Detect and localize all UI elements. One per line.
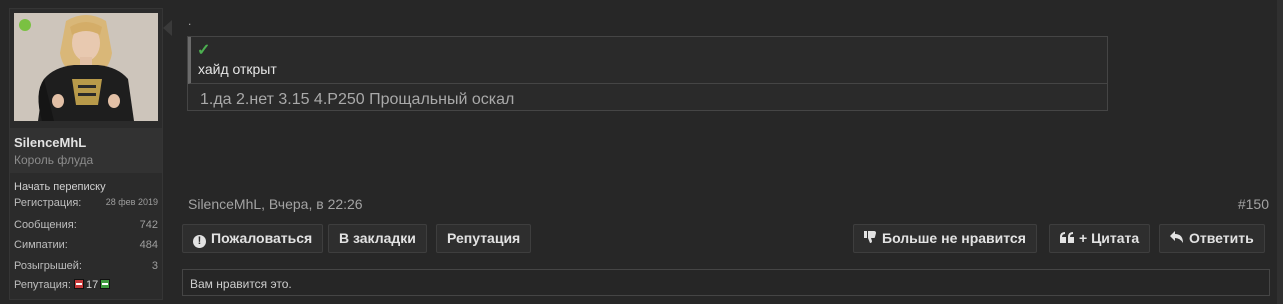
stat-label: Репутация:	[14, 279, 71, 291]
reply-label: Ответить	[1189, 230, 1254, 246]
stat-label: Розыгрышей:	[14, 260, 82, 272]
start-conversation-link[interactable]: Начать переписку	[14, 181, 106, 193]
stat-value: 3	[151, 260, 158, 272]
hide-block: ✓ хайд открыт 1.да 2.нет 3.15 4.P250 Про…	[187, 36, 1108, 111]
hide-status-label: хайд открыт	[198, 61, 277, 77]
unlike-button[interactable]: Больше не нравится	[853, 224, 1037, 253]
post-text: .	[188, 14, 192, 28]
alert-icon: !	[193, 235, 206, 248]
post-pointer-arrow	[163, 20, 172, 36]
hide-header: ✓ хайд открыт	[188, 37, 1107, 84]
stat-value: 742	[139, 219, 158, 231]
reputation-plus-icon[interactable]	[100, 279, 111, 289]
quote-button[interactable]: + Цитата	[1049, 224, 1151, 253]
reputation-button[interactable]: Репутация	[436, 224, 532, 253]
likes-summary: Вам нравится это.	[182, 269, 1270, 296]
thumbs-down-icon	[864, 225, 877, 252]
stat-label: Сообщения:	[14, 219, 77, 231]
online-status-icon	[19, 19, 31, 31]
reputation-value: 17	[85, 279, 99, 291]
reputation-label: Репутация	[447, 230, 521, 246]
check-icon: ✓	[197, 42, 211, 59]
avatar[interactable]	[14, 13, 158, 121]
bookmark-label: В закладки	[339, 230, 416, 246]
reply-icon	[1170, 225, 1184, 252]
stat-likes: Симпатии: 484	[14, 239, 158, 251]
user-panel: SilenceMhL Король флуда Начать переписку…	[9, 8, 163, 300]
user-title: Король флуда	[14, 153, 94, 167]
page-edge	[1277, 0, 1283, 304]
post-number[interactable]: #150	[1238, 196, 1269, 212]
quote-label: + Цитата	[1079, 230, 1140, 246]
stat-label: Регистрация:	[14, 197, 82, 209]
user-header: SilenceMhL Король флуда	[10, 128, 162, 173]
bookmark-button[interactable]: В закладки	[328, 224, 427, 253]
stat-label: Симпатии:	[14, 239, 68, 251]
reply-button[interactable]: Ответить	[1159, 224, 1265, 253]
stat-reputation: Репутация: 17	[14, 279, 158, 291]
stat-value: 484	[139, 239, 158, 251]
reputation-minus-icon[interactable]	[73, 279, 84, 289]
post-meta[interactable]: SilenceMhL, Вчера, в 22:26	[188, 196, 363, 212]
quote-icon	[1060, 225, 1074, 252]
avatar-image	[14, 13, 158, 121]
stat-messages: Сообщения: 742	[14, 219, 158, 231]
report-label: Пожаловаться	[211, 230, 313, 246]
likes-text: Вам нравится это.	[190, 277, 292, 291]
username[interactable]: SilenceMhL	[14, 135, 86, 150]
report-button[interactable]: ! Пожаловаться	[182, 224, 324, 253]
stat-giveaways: Розыгрышей: 3	[14, 260, 158, 272]
hide-content: 1.да 2.нет 3.15 4.P250 Прощальный оскал	[200, 91, 515, 108]
unlike-label: Больше не нравится	[882, 230, 1026, 246]
stat-value: 28 фев 2019	[105, 197, 158, 207]
stat-registration: Регистрация: 28 фев 2019	[14, 197, 158, 209]
